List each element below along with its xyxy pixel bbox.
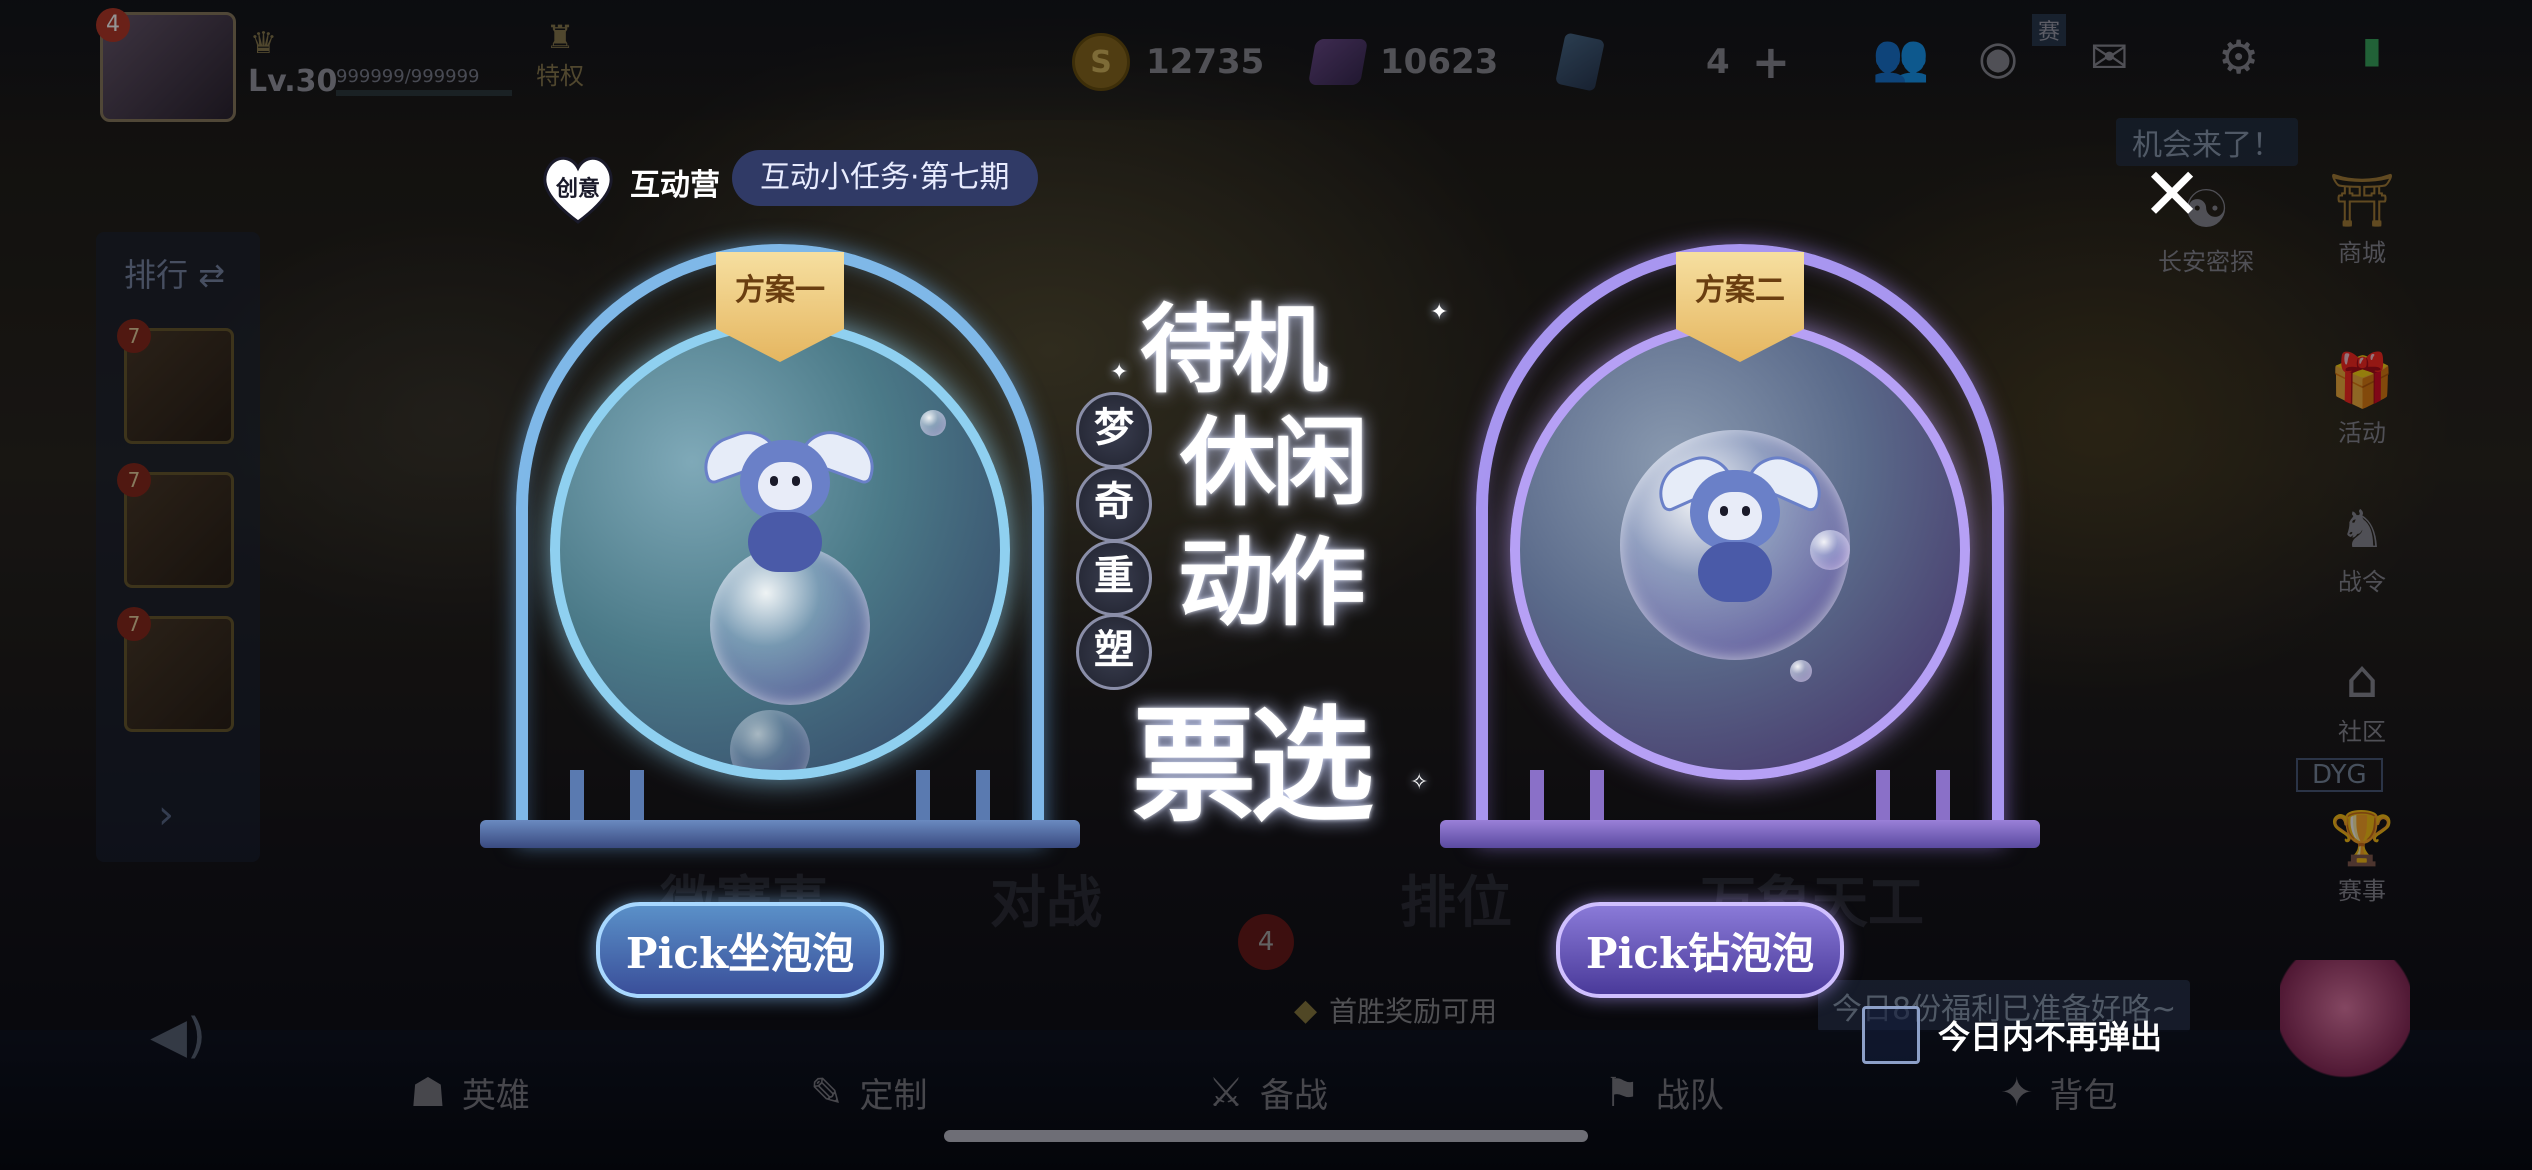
- subtitle-char: 奇: [1076, 466, 1152, 542]
- brand-name: 互动营: [630, 168, 720, 203]
- sparkle-icon: ✧: [1410, 770, 1429, 795]
- sparkle-icon: ✦: [1110, 360, 1129, 385]
- dont-show-label: 今日内不再弹出: [1938, 1018, 2163, 1056]
- bubble: [730, 710, 810, 770]
- option-right-preview: [1510, 320, 1970, 780]
- logo-text: 创意: [555, 176, 600, 202]
- task-pill: 互动小任务·第七期: [732, 150, 1038, 206]
- chuangyi-logo-icon: 创意: [543, 156, 613, 224]
- dont-show-today[interactable]: 今日内不再弹出: [1862, 1006, 2162, 1064]
- option-left-preview: [550, 320, 1010, 780]
- dont-show-checkbox[interactable]: [1862, 1006, 1920, 1064]
- frame-base: [1440, 820, 2040, 848]
- subtitle-char: 重: [1076, 540, 1152, 616]
- close-icon: ✕: [2141, 152, 2203, 236]
- bubble: [1810, 530, 1850, 570]
- home-indicator[interactable]: [944, 1130, 1588, 1142]
- title-line-3: 动作: [1178, 526, 1366, 639]
- pick-right-button[interactable]: Pick钻泡泡: [1556, 902, 1844, 998]
- option-left-card[interactable]: 方案一: [480, 230, 1080, 880]
- bubble: [920, 410, 946, 436]
- pick-left-button[interactable]: Pick坐泡泡: [596, 902, 884, 998]
- bubble: [1790, 660, 1812, 682]
- close-button[interactable]: ✕: [2136, 158, 2208, 230]
- title-line-2: 休闲: [1180, 406, 1368, 519]
- sparkle-icon: ✦: [1430, 300, 1449, 325]
- frame-base: [480, 820, 1080, 848]
- option-right-card[interactable]: 方案二: [1440, 230, 2040, 880]
- title-line-4: 票选: [1132, 694, 1374, 839]
